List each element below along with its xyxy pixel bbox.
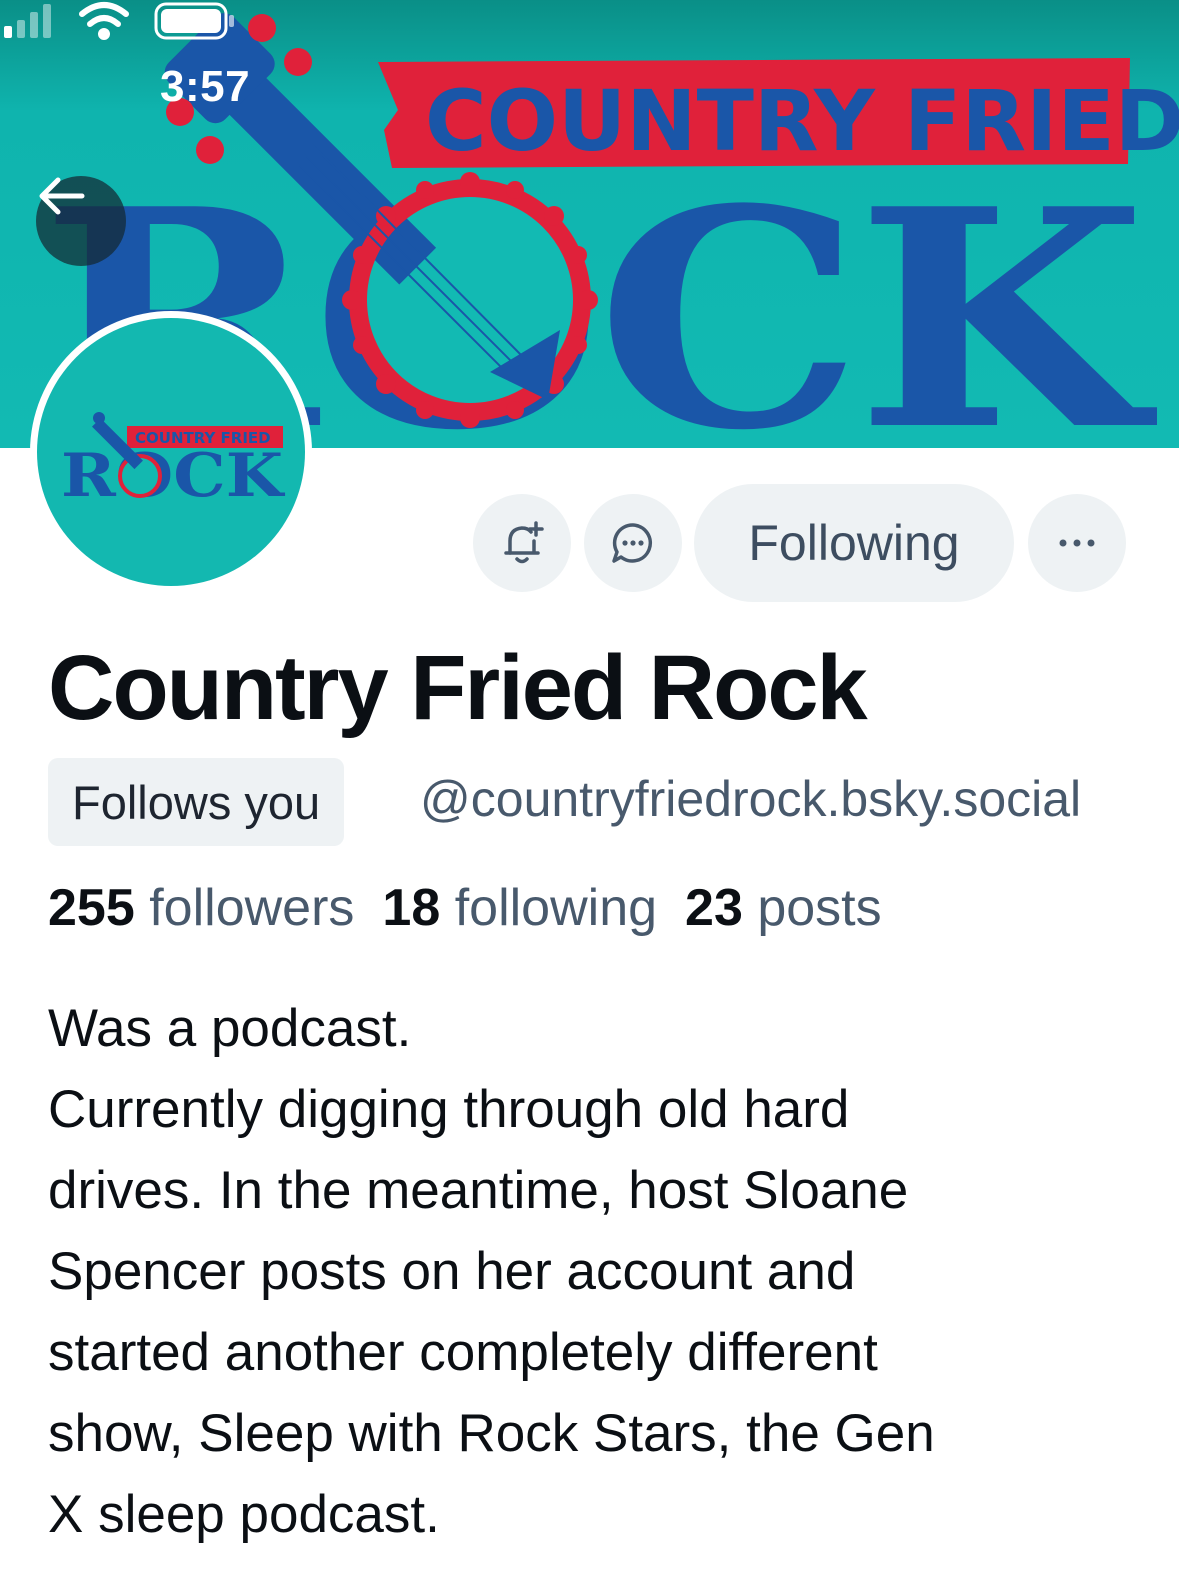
arrow-left-icon bbox=[39, 177, 85, 215]
followers-stat[interactable]: 255 followers bbox=[48, 878, 354, 938]
status-time: 3:57 bbox=[160, 62, 251, 111]
following-label: following bbox=[454, 879, 658, 937]
more-icon bbox=[1059, 539, 1095, 547]
bio-line: Spencer posts on her account and bbox=[48, 1242, 856, 1301]
cellular-icon bbox=[4, 4, 51, 38]
wifi-icon bbox=[79, 2, 129, 40]
avatar-logo: COUNTRY FRIED ROCK bbox=[61, 412, 285, 511]
followers-label: followers bbox=[149, 879, 355, 937]
posts-count: 23 bbox=[685, 879, 743, 937]
avatar-image: COUNTRY FRIED ROCK bbox=[37, 318, 305, 586]
avatar[interactable]: COUNTRY FRIED ROCK bbox=[30, 311, 312, 593]
posts-stat: 23 posts bbox=[685, 878, 882, 938]
following-stat[interactable]: 18 following bbox=[382, 878, 657, 938]
message-button[interactable] bbox=[584, 494, 682, 592]
bio-line: Was a podcast. bbox=[48, 999, 412, 1058]
profile-stats: 255 followers 18 following 23 posts bbox=[48, 878, 882, 938]
battery-icon bbox=[154, 2, 234, 40]
bio-line: drives. In the meantime, host Sloane bbox=[48, 1161, 909, 1220]
profile-handle: @countryfriedrock.bsky.social bbox=[420, 771, 1082, 827]
following-count: 18 bbox=[382, 879, 441, 937]
more-options-button[interactable] bbox=[1028, 494, 1126, 592]
bell-plus-icon bbox=[504, 521, 544, 564]
chat-bubble-icon bbox=[612, 523, 653, 563]
following-button[interactable]: Following bbox=[694, 484, 1014, 602]
bio-line: started another completely different bbox=[48, 1323, 878, 1382]
profile-bio: Was a podcast. Currently digging through… bbox=[48, 988, 1138, 1555]
bio-line: Currently digging through old hard bbox=[48, 1080, 850, 1139]
followers-count: 255 bbox=[48, 879, 135, 937]
status-icons bbox=[4, 2, 234, 40]
bio-line: show, Sleep with Rock Stars, the Gen bbox=[48, 1404, 935, 1463]
bio-line: X sleep podcast. bbox=[48, 1485, 440, 1544]
display-name: Country Fried Rock bbox=[48, 637, 868, 739]
posts-label: posts bbox=[757, 879, 882, 937]
back-button[interactable] bbox=[36, 176, 126, 266]
subscribe-notifications-button[interactable] bbox=[473, 494, 571, 592]
follows-you-badge: Follows you bbox=[48, 758, 345, 846]
avatar-logo-line2: ROCK bbox=[61, 441, 285, 511]
